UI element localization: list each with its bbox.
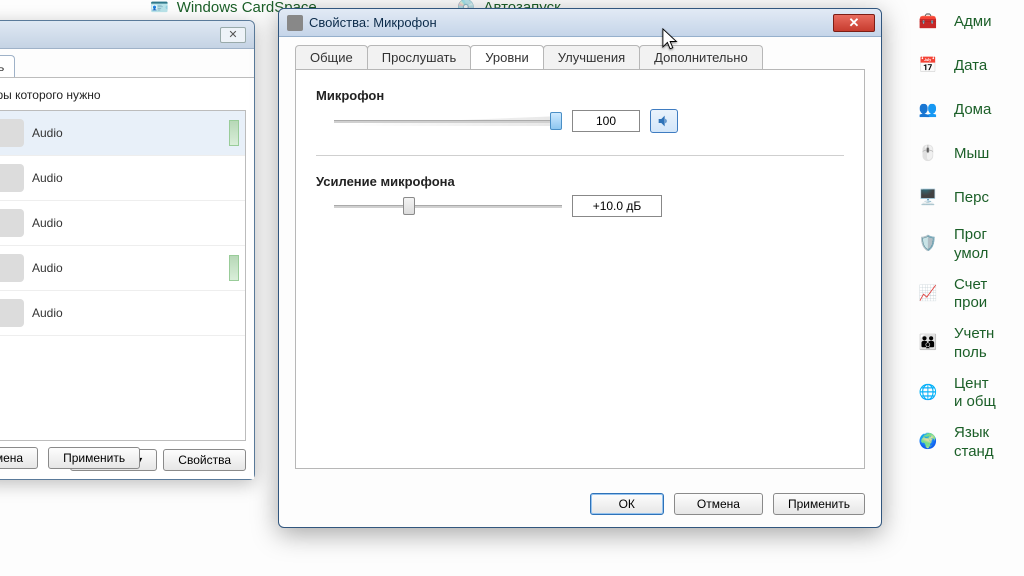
tab-enhancements[interactable]: Улучшения — [543, 45, 640, 69]
cp-item[interactable]: 🧰Адми — [904, 0, 1024, 44]
titlebar[interactable]: Свойства: Микрофон ✕ — [279, 9, 881, 37]
level-meter-icon — [229, 255, 239, 281]
card-icon: 🪪 — [150, 0, 169, 16]
mute-button[interactable] — [650, 109, 678, 133]
cp-item[interactable]: 👪Учетн поль — [904, 319, 1024, 369]
network-icon: 🌐 — [912, 377, 944, 409]
microphone-icon — [0, 209, 24, 237]
microphone-icon — [0, 119, 24, 147]
mic-boost-label: Усиление микрофона — [316, 174, 844, 189]
titlebar[interactable]: ✕ — [0, 21, 254, 49]
cp-item[interactable]: 🌐Цент и общ — [904, 369, 1024, 419]
mic-properties-window: Свойства: Микрофон ✕ Общие Прослушать Ур… — [278, 8, 882, 528]
close-button[interactable]: ✕ — [833, 14, 875, 32]
tab-bar: Общие Прослушать Уровни Улучшения Дополн… — [279, 37, 881, 69]
tab-levels[interactable]: Уровни — [470, 45, 543, 69]
cancel-button[interactable]: Отмена — [674, 493, 763, 515]
close-button[interactable]: ✕ — [220, 27, 246, 43]
cp-item[interactable]: 🌍Язык станд — [904, 418, 1024, 468]
globe-icon: 🌍 — [912, 427, 944, 459]
device-item[interactable]: Audio — [0, 201, 245, 246]
cancel-button[interactable]: Отмена — [0, 447, 38, 469]
device-label: Audio — [32, 306, 63, 320]
apply-button[interactable]: Применить — [48, 447, 140, 469]
device-label: Audio — [32, 261, 63, 275]
mic-level-slider[interactable] — [334, 110, 562, 132]
mic-boost-slider[interactable] — [334, 195, 562, 217]
tab-general[interactable]: Общие — [295, 45, 368, 69]
tab-advanced[interactable]: Дополнительно — [639, 45, 763, 69]
device-item[interactable]: Audio — [0, 111, 245, 156]
device-label: Audio — [32, 126, 63, 140]
mic-level-value: 100 — [572, 110, 640, 132]
device-item[interactable]: Audio — [0, 291, 245, 336]
apply-button[interactable]: Применить — [773, 493, 865, 515]
microphone-icon — [287, 15, 303, 31]
tab-record[interactable]: ь — [0, 55, 15, 77]
tab-listen[interactable]: Прослушать — [367, 45, 472, 69]
hint-text: тры которого нужно — [0, 88, 244, 102]
programs-icon: 🛡️ — [912, 229, 944, 261]
microphone-icon — [0, 299, 24, 327]
sound-devices-window: ✕ ь тры которого нужно Audio Audio Audio… — [0, 20, 255, 480]
display-icon: 🖥️ — [912, 182, 944, 214]
users-icon: 👪 — [912, 328, 944, 360]
speaker-icon — [656, 113, 672, 129]
microphone-icon — [0, 254, 24, 282]
mic-boost-value: +10.0 дБ — [572, 195, 662, 217]
calendar-icon: 📅 — [912, 50, 944, 82]
cp-item[interactable]: 🛡️Прог умол — [904, 220, 1024, 270]
device-list[interactable]: Audio Audio Audio Audio Audio — [0, 110, 246, 441]
window-title: Свойства: Микрофон — [309, 15, 833, 30]
device-label: Audio — [32, 171, 63, 185]
admin-icon: 🧰 — [912, 6, 944, 38]
homegroup-icon: 👥 — [912, 94, 944, 126]
cp-item[interactable]: 🖥️Перс — [904, 176, 1024, 220]
microphone-icon — [0, 164, 24, 192]
mic-level-label: Микрофон — [316, 88, 844, 103]
ok-button[interactable]: ОК — [590, 493, 664, 515]
device-label: Audio — [32, 216, 63, 230]
control-panel-list: 🧰Адми 📅Дата 👥Дома 🖱️Мыш 🖥️Перс 🛡️Прог ум… — [904, 0, 1024, 468]
level-meter-icon — [229, 120, 239, 146]
cp-item[interactable]: 👥Дома — [904, 88, 1024, 132]
cp-item[interactable]: 🖱️Мыш — [904, 132, 1024, 176]
device-item[interactable]: Audio — [0, 246, 245, 291]
properties-button[interactable]: Свойства — [163, 449, 246, 471]
mouse-icon: 🖱️ — [912, 138, 944, 170]
device-item[interactable]: Audio — [0, 156, 245, 201]
cp-item[interactable]: 📈Счет прои — [904, 270, 1024, 320]
cp-item[interactable]: 📅Дата — [904, 44, 1024, 88]
slider-thumb[interactable] — [550, 112, 562, 130]
mouse-cursor-icon — [662, 28, 680, 52]
levels-panel: Микрофон 100 Усиление микрофона +10.0 дБ — [295, 69, 865, 469]
slider-thumb[interactable] — [403, 197, 415, 215]
separator — [316, 155, 844, 156]
perfmon-icon: 📈 — [912, 278, 944, 310]
